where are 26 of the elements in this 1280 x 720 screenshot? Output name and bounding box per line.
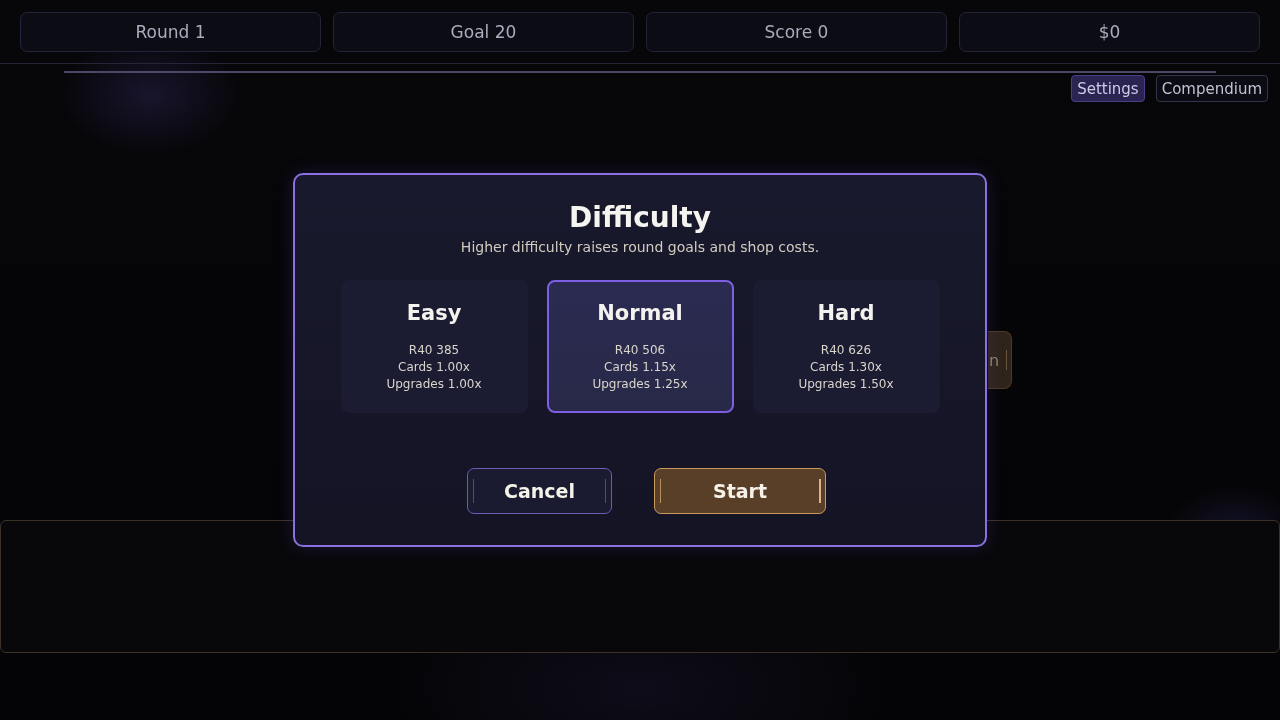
option-detail: R40 626 xyxy=(820,342,872,359)
option-detail: Cards 1.30x xyxy=(810,359,882,376)
stat-label: Goal 20 xyxy=(333,12,634,52)
stat-label: $0 xyxy=(959,12,1260,52)
difficulty-card[interactable]: Easy R40 385 Cards 1.00x Upgrades 1.00x xyxy=(340,280,528,413)
option-detail: R40 506 xyxy=(614,342,666,359)
dialog-subtitle: Higher difficulty raises round goals and shop costs. xyxy=(460,238,820,256)
difficulty-card[interactable]: Hard R40 626 Cards 1.30x Upgrades 1.50x xyxy=(752,280,940,413)
option-detail: Cards 1.00x xyxy=(398,359,470,376)
option-detail: Upgrades 1.00x xyxy=(386,376,482,393)
option-detail: Upgrades 1.25x xyxy=(592,376,688,393)
difficulty-card[interactable]: Normal R40 506 Cards 1.15x Upgrades 1.25x xyxy=(546,280,734,413)
start-button[interactable]: Start xyxy=(654,468,826,514)
option-title: Easy xyxy=(406,300,462,326)
partial-button[interactable]: n xyxy=(988,331,1012,389)
dialog-title: Difficulty xyxy=(569,201,711,235)
nav-button[interactable]: Compendium xyxy=(1155,75,1268,102)
option-detail: Upgrades 1.50x xyxy=(798,376,894,393)
option-detail: R40 385 xyxy=(408,342,460,359)
option-title: Hard xyxy=(817,300,875,326)
nav-button[interactable]: Settings xyxy=(1071,75,1145,102)
option-title: Normal xyxy=(597,300,683,326)
stat-label: Round 1 xyxy=(20,12,321,52)
option-detail: Cards 1.15x xyxy=(604,359,676,376)
cancel-button[interactable]: Cancel xyxy=(467,468,612,514)
stat-label: Score 0 xyxy=(646,12,947,52)
